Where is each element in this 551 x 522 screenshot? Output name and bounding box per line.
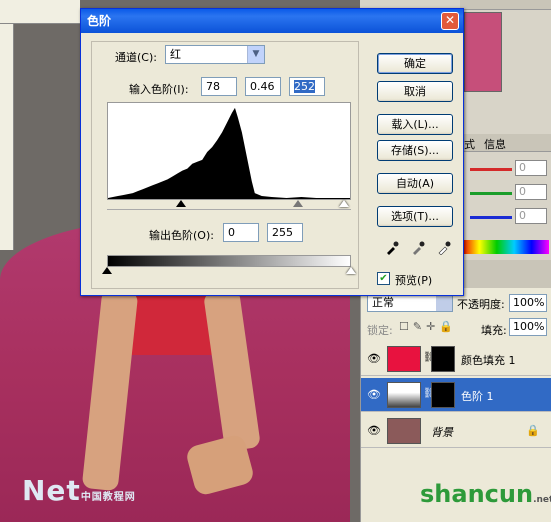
options-button[interactable]: 选项(T)...: [377, 206, 453, 227]
brand-watermark: shancun.net: [420, 480, 551, 508]
input-white-field[interactable]: 252: [289, 77, 325, 96]
load-button[interactable]: 载入(L)...: [377, 114, 453, 135]
layer-row-color-fill[interactable]: 👁 ⛓ 颜色填充 1: [361, 342, 551, 376]
channel-select[interactable]: 红 ▼: [165, 45, 265, 64]
auto-button[interactable]: 自动(A): [377, 173, 453, 194]
input-levels-label: 输入色阶(I):: [129, 83, 189, 96]
output-levels-label: 输出色阶(O):: [149, 229, 214, 242]
layer-name[interactable]: 色阶 1: [461, 388, 494, 404]
color-spectrum[interactable]: [462, 240, 549, 254]
dialog-titlebar[interactable]: 色阶: [81, 9, 463, 33]
blue-slider[interactable]: [470, 216, 512, 219]
opacity-label: 不透明度:: [457, 298, 505, 311]
fill-label: 填充:: [481, 324, 507, 337]
watermark-logo: Net中国教程网: [22, 474, 136, 507]
levels-dialog: 色阶 ✕ 通道(C): 红 ▼ 输入色阶(I): 78 0.46 252 输出色…: [80, 8, 464, 296]
black-eyedropper-icon[interactable]: [385, 241, 399, 255]
eye-icon[interactable]: 👁: [367, 424, 381, 437]
input-black-field[interactable]: 78: [201, 77, 237, 96]
preview-label: 预览(P): [395, 274, 433, 287]
layer-name[interactable]: 背景: [431, 424, 453, 440]
green-slider[interactable]: [470, 192, 512, 195]
input-black-slider[interactable]: [176, 200, 186, 207]
ok-button[interactable]: 确定: [377, 53, 453, 74]
opacity-input[interactable]: 100%: [509, 294, 547, 312]
input-gamma-slider[interactable]: [293, 200, 303, 207]
gray-eyedropper-icon[interactable]: [411, 241, 425, 255]
navigator-thumbnail[interactable]: [464, 12, 502, 92]
red-value[interactable]: 0: [515, 160, 547, 176]
output-black-slider[interactable]: [102, 267, 112, 274]
close-button[interactable]: ✕: [441, 12, 459, 30]
eye-icon[interactable]: 👁: [367, 388, 381, 401]
histogram: [107, 102, 351, 200]
layer-row-background[interactable]: 👁 背景 🔒: [361, 414, 551, 448]
input-gamma-field[interactable]: 0.46: [245, 77, 281, 96]
layer-mask-thumbnail: [431, 382, 455, 408]
green-value[interactable]: 0: [515, 184, 547, 200]
lock-icons[interactable]: ☐✎✛🔒: [399, 320, 457, 333]
blue-value[interactable]: 0: [515, 208, 547, 224]
ruler-left: [0, 24, 14, 250]
navigator-tab-bar: [460, 0, 551, 10]
layer-name[interactable]: 颜色填充 1: [461, 352, 516, 368]
cancel-button[interactable]: 取消: [377, 81, 453, 102]
lock-label: 锁定:: [367, 324, 393, 337]
lock-icon: 🔒: [526, 424, 540, 437]
layer-mask-thumbnail: [431, 346, 455, 372]
output-gradient-bar: [107, 255, 351, 267]
info-tab-bar: 式 信息: [460, 134, 551, 152]
output-white-field[interactable]: 255: [267, 223, 303, 242]
output-white-slider[interactable]: [346, 267, 356, 274]
input-white-slider[interactable]: [339, 200, 349, 207]
dialog-title: 色阶: [87, 14, 112, 28]
tab-style[interactable]: 式: [464, 136, 475, 152]
preview-checkbox[interactable]: ✔: [377, 272, 390, 285]
red-slider[interactable]: [470, 168, 512, 171]
chevron-down-icon: ▼: [247, 46, 264, 63]
layer-thumbnail: [387, 382, 421, 408]
input-slider-track: [107, 209, 351, 210]
tab-info[interactable]: 信息: [484, 136, 506, 152]
blend-mode-select[interactable]: 正常: [367, 294, 453, 312]
channel-label: 通道(C):: [115, 51, 157, 64]
eye-icon[interactable]: 👁: [367, 352, 381, 365]
layer-row-levels[interactable]: 👁 ⛓ 色阶 1: [361, 378, 551, 412]
fill-input[interactable]: 100%: [509, 318, 547, 336]
white-eyedropper-icon[interactable]: [437, 241, 451, 255]
layer-thumbnail: [387, 346, 421, 372]
layer-thumbnail: [387, 418, 421, 444]
save-button[interactable]: 存储(S)...: [377, 140, 453, 161]
chevron-down-icon: [436, 295, 452, 311]
output-black-field[interactable]: 0: [223, 223, 259, 242]
ruler-top: [0, 0, 80, 24]
